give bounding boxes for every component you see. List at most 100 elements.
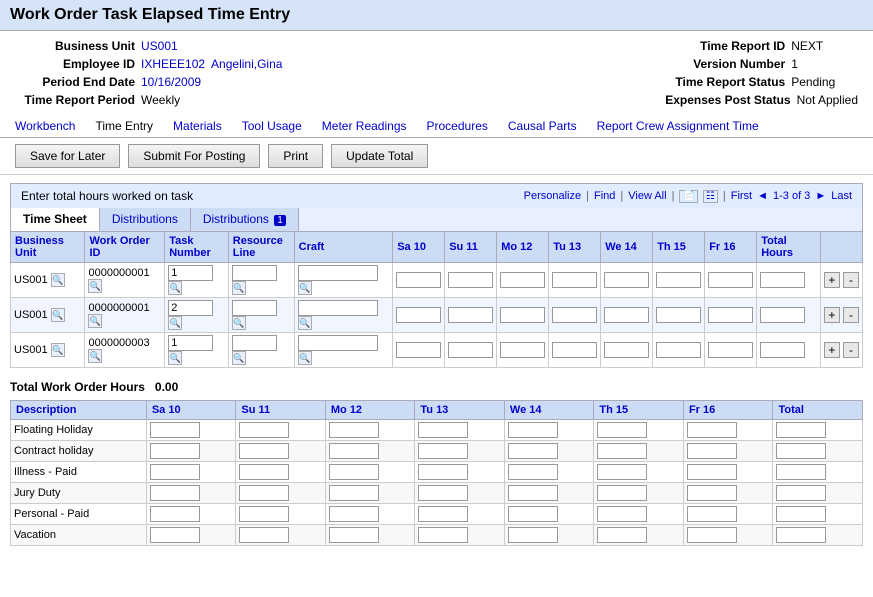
row2-su11[interactable] xyxy=(448,307,493,323)
row2-task-input[interactable] xyxy=(168,300,213,316)
nav-tool-usage[interactable]: Tool Usage xyxy=(242,119,302,133)
hours-row1-day5-input[interactable] xyxy=(597,443,647,459)
hours-row4-day4-input[interactable] xyxy=(508,506,558,522)
prev-icon[interactable]: ◄ xyxy=(757,190,768,202)
row1-th15[interactable] xyxy=(656,272,701,288)
hours-row4-day5-input[interactable] xyxy=(597,506,647,522)
hours-row2-day3-input[interactable] xyxy=(418,464,468,480)
hours-row3-day1-input[interactable] xyxy=(239,485,289,501)
row3-su11[interactable] xyxy=(448,342,493,358)
hours-row5-day2-input[interactable] xyxy=(329,527,379,543)
find-link[interactable]: Find xyxy=(594,190,615,202)
hours-row1-day0-input[interactable] xyxy=(150,443,200,459)
row1-fr16[interactable] xyxy=(708,272,753,288)
row2-fr16[interactable] xyxy=(708,307,753,323)
row1-we14[interactable] xyxy=(604,272,649,288)
hours-row0-day4-input[interactable] xyxy=(508,422,558,438)
row1-remove-button[interactable]: - xyxy=(843,272,859,288)
hours-row3-day4-input[interactable] xyxy=(508,485,558,501)
hours-row4-day1-input[interactable] xyxy=(239,506,289,522)
row2-tu13[interactable] xyxy=(552,307,597,323)
hours-row4-day2-input[interactable] xyxy=(329,506,379,522)
hours-row0-day2-input[interactable] xyxy=(329,422,379,438)
resource-lookup-icon[interactable]: 🔍 xyxy=(232,316,246,330)
save-for-later-button[interactable]: Save for Later xyxy=(15,144,120,168)
nav-causal-parts[interactable]: Causal Parts xyxy=(508,119,577,133)
row3-th15[interactable] xyxy=(656,342,701,358)
row2-add-button[interactable]: + xyxy=(824,307,840,323)
submit-for-posting-button[interactable]: Submit For Posting xyxy=(128,144,260,168)
hours-row1-day6-input[interactable] xyxy=(687,443,737,459)
hours-row2-day5-input[interactable] xyxy=(597,464,647,480)
row1-sa10[interactable] xyxy=(396,272,441,288)
row3-we14[interactable] xyxy=(604,342,649,358)
resource-lookup-icon[interactable]: 🔍 xyxy=(232,281,246,295)
hours-row0-total-input[interactable] xyxy=(776,422,826,438)
hours-row2-total-input[interactable] xyxy=(776,464,826,480)
print-button[interactable]: Print xyxy=(268,144,323,168)
hours-row2-day4-input[interactable] xyxy=(508,464,558,480)
nav-materials[interactable]: Materials xyxy=(173,119,222,133)
resource-lookup-icon[interactable]: 🔍 xyxy=(232,351,246,365)
hours-row4-day6-input[interactable] xyxy=(687,506,737,522)
row1-tu13[interactable] xyxy=(552,272,597,288)
hours-row5-day1-input[interactable] xyxy=(239,527,289,543)
row3-add-button[interactable]: + xyxy=(824,342,840,358)
hours-row4-day0-input[interactable] xyxy=(150,506,200,522)
hours-row1-total-input[interactable] xyxy=(776,443,826,459)
nav-meter-readings[interactable]: Meter Readings xyxy=(322,119,407,133)
hours-row0-day3-input[interactable] xyxy=(418,422,468,438)
row2-th15[interactable] xyxy=(656,307,701,323)
craft-lookup-icon[interactable]: 🔍 xyxy=(298,316,312,330)
next-icon[interactable]: ► xyxy=(815,190,826,202)
update-total-button[interactable]: Update Total xyxy=(331,144,428,168)
hours-row5-day6-input[interactable] xyxy=(687,527,737,543)
hours-row1-day1-input[interactable] xyxy=(239,443,289,459)
view-all-link[interactable]: View All xyxy=(628,190,666,202)
grid-icon1[interactable]: 📄 xyxy=(679,190,697,203)
hours-row0-day5-input[interactable] xyxy=(597,422,647,438)
hours-row0-day6-input[interactable] xyxy=(687,422,737,438)
hours-row1-day2-input[interactable] xyxy=(329,443,379,459)
craft-lookup-icon[interactable]: 🔍 xyxy=(298,281,312,295)
hours-row1-day4-input[interactable] xyxy=(508,443,558,459)
tab-distributions2[interactable]: Distributions 1 xyxy=(191,208,299,231)
row1-total[interactable] xyxy=(760,272,805,288)
hours-row2-day0-input[interactable] xyxy=(150,464,200,480)
nav-report-crew[interactable]: Report Crew Assignment Time xyxy=(597,119,759,133)
row3-tu13[interactable] xyxy=(552,342,597,358)
hours-row3-day3-input[interactable] xyxy=(418,485,468,501)
hours-row5-day4-input[interactable] xyxy=(508,527,558,543)
hours-row0-day0-input[interactable] xyxy=(150,422,200,438)
hours-row2-day6-input[interactable] xyxy=(687,464,737,480)
hours-row3-total-input[interactable] xyxy=(776,485,826,501)
task-lookup-icon[interactable]: 🔍 xyxy=(168,281,182,295)
row1-mo12[interactable] xyxy=(500,272,545,288)
first-link[interactable]: First xyxy=(731,190,752,202)
task-lookup-icon[interactable]: 🔍 xyxy=(168,316,182,330)
tab-time-sheet[interactable]: Time Sheet xyxy=(11,208,100,231)
hours-row5-day5-input[interactable] xyxy=(597,527,647,543)
row2-craft-input[interactable] xyxy=(298,300,378,316)
nav-time-entry[interactable]: Time Entry xyxy=(95,119,153,133)
row3-remove-button[interactable]: - xyxy=(843,342,859,358)
hours-row3-day2-input[interactable] xyxy=(329,485,379,501)
personalize-link[interactable]: Personalize xyxy=(524,190,581,202)
hours-row5-total-input[interactable] xyxy=(776,527,826,543)
row3-sa10[interactable] xyxy=(396,342,441,358)
hours-row3-day5-input[interactable] xyxy=(597,485,647,501)
task-lookup-icon[interactable]: 🔍 xyxy=(168,351,182,365)
row2-sa10[interactable] xyxy=(396,307,441,323)
hours-row2-day1-input[interactable] xyxy=(239,464,289,480)
last-link[interactable]: Last xyxy=(831,190,852,202)
hours-row5-day3-input[interactable] xyxy=(418,527,468,543)
row2-remove-button[interactable]: - xyxy=(843,307,859,323)
nav-procedures[interactable]: Procedures xyxy=(427,119,488,133)
hours-row2-day2-input[interactable] xyxy=(329,464,379,480)
row1-craft-input[interactable] xyxy=(298,265,378,281)
row3-resource-input[interactable] xyxy=(232,335,277,351)
hours-row0-day1-input[interactable] xyxy=(239,422,289,438)
row3-craft-input[interactable] xyxy=(298,335,378,351)
row2-we14[interactable] xyxy=(604,307,649,323)
hours-row4-day3-input[interactable] xyxy=(418,506,468,522)
